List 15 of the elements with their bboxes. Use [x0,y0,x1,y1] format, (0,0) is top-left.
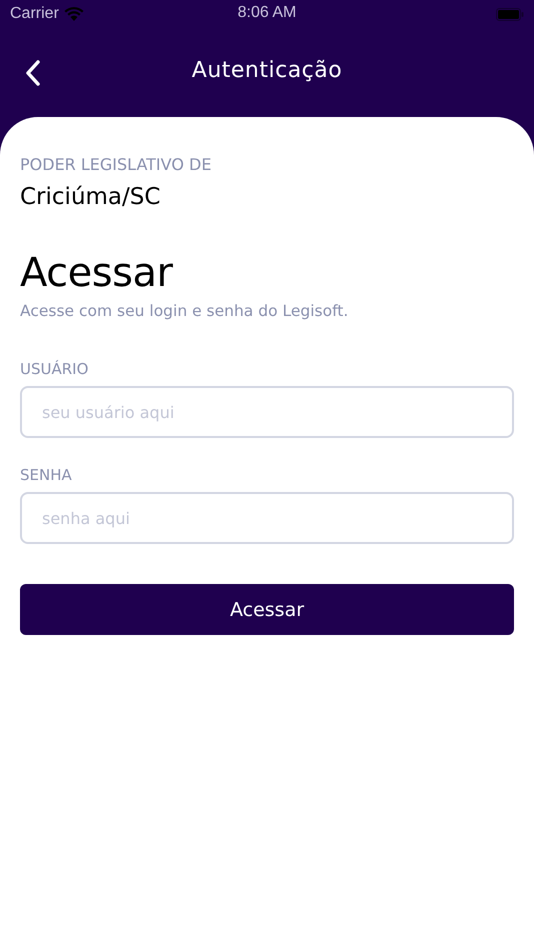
carrier-label: Carrier [10,5,59,23]
submit-button[interactable]: Acessar [20,584,514,635]
field-label: USUÁRIO [20,360,88,378]
org-label: PODER LEGISLATIVO DE [20,155,212,174]
org-name: Criciúma/SC [20,184,162,210]
input-field[interactable]: senha aqui [20,492,514,544]
battery-icon [496,8,524,20]
page-heading: Acessar [20,250,174,296]
page-subtitle: Acesse com seu login e senha do Legisoft. [20,302,350,320]
field-label: SENHA [20,466,72,484]
screen-title: Autenticação [192,58,342,83]
input-field[interactable]: seu usuário aqui [20,386,514,438]
wifi-icon [64,7,84,21]
back-icon [24,59,42,87]
status-time: 8:06 AM [238,4,296,21]
